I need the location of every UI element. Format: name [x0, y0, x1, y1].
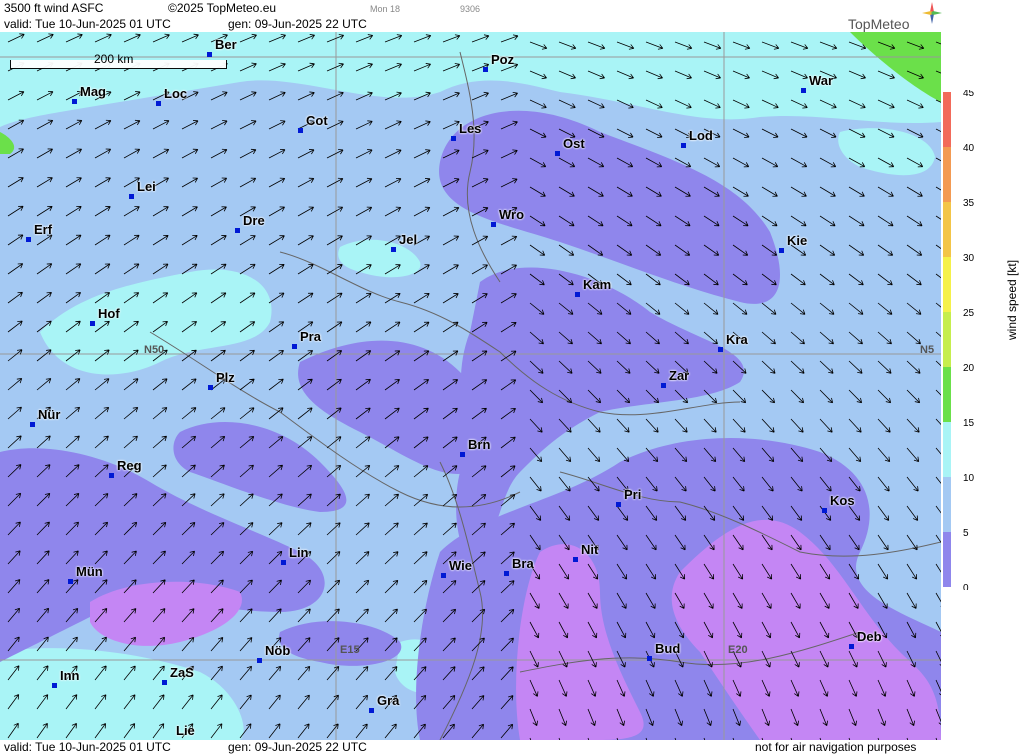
legend-swatch: [943, 202, 951, 257]
legend-swatch: [943, 147, 951, 202]
disclaimer: not for air navigation purposes: [755, 740, 917, 754]
legend-swatch: [943, 422, 951, 477]
footer-generated-time: gen: 09-Jun-2025 22 UTC: [228, 740, 367, 754]
legend-tick-label: 45: [963, 90, 975, 99]
legend-tick-label: 0: [963, 583, 969, 590]
legend-tick-label: 30: [963, 253, 975, 264]
legend-swatch: [943, 312, 951, 367]
lat-label-n50: N50: [144, 344, 165, 356]
product-title: 3500 ft wind ASFC: [4, 1, 104, 15]
legend-tick-label: 5: [963, 528, 969, 539]
valid-time: valid: Tue 10-Jun-2025 01 UTC: [4, 17, 171, 31]
lat-label-n50-right: N5: [920, 344, 935, 356]
code: 9306: [460, 4, 481, 14]
wind-speed-legend: 45 40 35 30 25 20 15 10 5 0 wind speed [kt]: [943, 88, 1033, 594]
legend-tick-label: 25: [963, 308, 975, 319]
legend-colorbar: 45 40 35 30 25 20 15 10 5 0: [943, 88, 975, 594]
footer-bar: valid: Tue 10-Jun-2025 01 UTC gen: 09-Ju…: [0, 740, 945, 754]
compass-icon: [922, 2, 942, 24]
legend-swatch: [943, 257, 951, 312]
legend-swatch: [943, 367, 951, 422]
header-bar: 3500 ft wind ASFC ©2025 TopMeteo.eu Mon …: [0, 0, 945, 32]
legend-swatch: [943, 477, 951, 532]
generated-time: gen: 09-Jun-2025 22 UTC: [228, 17, 367, 31]
wind-map: 200 km N50 N5 E15 E20 Ber Poz War Mag Lo…: [0, 32, 941, 740]
model-tag: Mon 18: [370, 4, 401, 14]
copyright: ©2025 TopMeteo.eu: [168, 1, 277, 15]
legend-swatch: [943, 532, 951, 587]
legend-swatch: [943, 92, 951, 147]
legend-tick-label: 10: [963, 473, 975, 484]
legend-tick-label: 15: [963, 418, 975, 429]
legend-title: wind speed [kt]: [1005, 259, 1019, 340]
legend-tick-label: 20: [963, 363, 975, 374]
lon-label-e20: E20: [728, 644, 748, 656]
footer-valid-time: valid: Tue 10-Jun-2025 01 UTC: [4, 740, 171, 754]
lon-label-e15: E15: [340, 644, 360, 656]
scale-bar-label: 200 km: [94, 52, 134, 66]
legend-tick-label: 40: [963, 143, 975, 154]
topmeteo-logo: TopMeteo: [848, 2, 943, 32]
legend-tick-label: 35: [963, 198, 975, 209]
wind-field: [0, 32, 941, 740]
